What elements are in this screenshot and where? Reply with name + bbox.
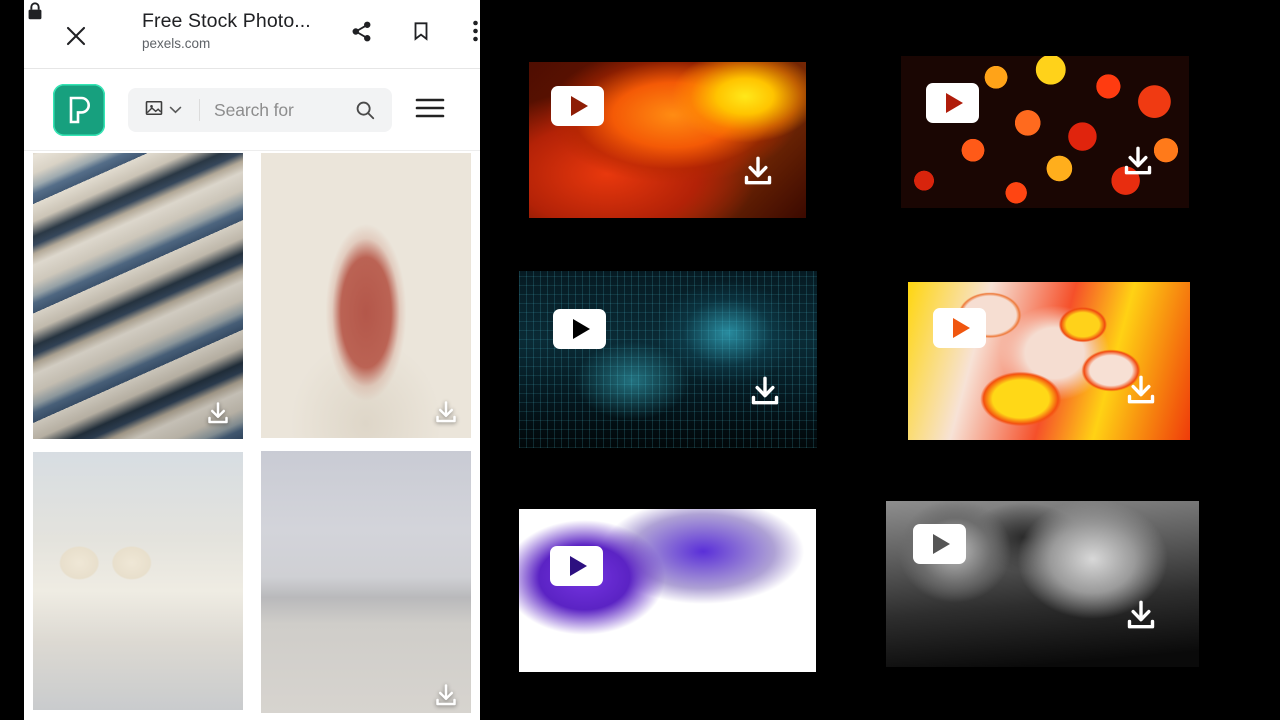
download-icon[interactable]	[744, 609, 778, 643]
image-icon	[144, 98, 164, 123]
lock-icon[interactable]	[24, 0, 46, 22]
play-triangle-icon	[570, 96, 588, 116]
photo-card[interactable]	[33, 153, 243, 439]
pexels-site-header: Search for	[24, 69, 480, 151]
chevron-down-icon	[169, 101, 182, 119]
photo-column-left	[24, 153, 252, 720]
download-icon[interactable]	[1124, 599, 1158, 633]
screenshot-root: Free Stock Photo... pexels.com Search fo…	[0, 0, 1280, 720]
pexels-logo[interactable]	[53, 84, 105, 136]
media-type-selector[interactable]	[128, 98, 200, 123]
video-thumbnail[interactable]	[519, 509, 816, 672]
search-bar[interactable]: Search for	[128, 88, 392, 132]
play-icon[interactable]	[926, 83, 979, 123]
download-icon[interactable]	[433, 683, 459, 709]
play-triangle-icon	[945, 93, 963, 113]
play-icon[interactable]	[550, 546, 603, 586]
play-icon[interactable]	[553, 309, 606, 349]
photo-card[interactable]	[33, 452, 243, 710]
page-title: Free Stock Photo...	[142, 10, 311, 32]
bookmark-icon[interactable]	[402, 12, 440, 50]
browser-chrome-toolbar: Free Stock Photo... pexels.com	[24, 0, 480, 69]
video-thumbnail[interactable]	[886, 501, 1199, 667]
video-thumbnail[interactable]	[901, 56, 1189, 208]
play-icon[interactable]	[933, 308, 986, 348]
photo-card[interactable]	[261, 451, 471, 713]
video-thumbnail[interactable]	[519, 271, 817, 448]
photo-column-right	[252, 153, 480, 720]
download-icon[interactable]	[1124, 374, 1158, 408]
video-thumbnail-board	[480, 0, 1280, 720]
mobile-browser-panel: Free Stock Photo... pexels.com Search fo…	[24, 0, 480, 720]
hamburger-menu-icon[interactable]	[414, 95, 446, 125]
video-thumbnail[interactable]	[529, 62, 806, 218]
play-triangle-icon	[569, 556, 587, 576]
play-triangle-icon	[952, 318, 970, 338]
search-icon[interactable]	[354, 99, 392, 121]
close-icon[interactable]	[56, 16, 96, 56]
play-icon[interactable]	[913, 524, 966, 564]
play-triangle-icon	[572, 319, 590, 339]
play-icon[interactable]	[551, 86, 604, 126]
more-vertical-icon[interactable]	[456, 12, 480, 50]
download-icon[interactable]	[205, 401, 231, 427]
download-icon[interactable]	[748, 375, 782, 409]
photo-grid	[24, 153, 480, 720]
play-triangle-icon	[932, 534, 950, 554]
video-thumbnail[interactable]	[908, 282, 1190, 440]
site-url: pexels.com	[142, 36, 211, 51]
search-input[interactable]: Search for	[200, 100, 354, 121]
download-icon[interactable]	[1121, 145, 1155, 179]
photo-card[interactable]	[261, 153, 471, 438]
download-icon[interactable]	[741, 155, 775, 189]
site-info[interactable]: Free Stock Photo... pexels.com	[142, 8, 332, 53]
download-icon[interactable]	[433, 400, 459, 426]
share-icon[interactable]	[342, 12, 380, 50]
